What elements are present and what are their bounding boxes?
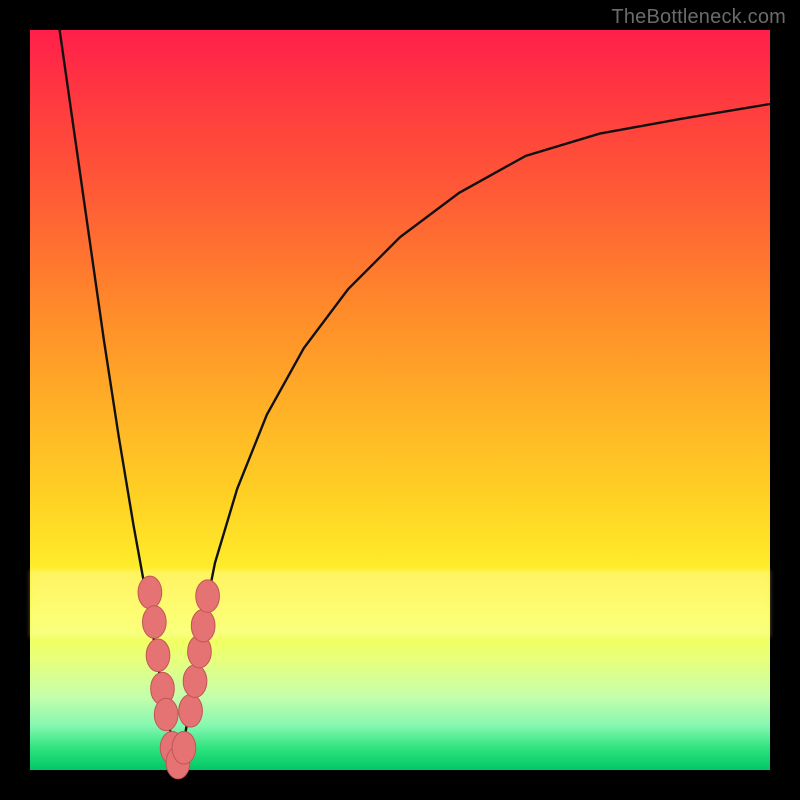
plot-area [30, 30, 770, 770]
chart-frame: TheBottleneck.com [0, 0, 800, 800]
data-marker [179, 695, 203, 728]
data-marker [191, 609, 215, 642]
data-marker [146, 639, 170, 672]
data-marker [142, 606, 166, 639]
data-marker [154, 698, 178, 731]
chart-svg [30, 30, 770, 770]
data-marker [183, 665, 207, 698]
marker-group [138, 576, 219, 779]
data-marker [172, 732, 196, 765]
data-marker [138, 576, 162, 609]
data-marker [196, 580, 220, 613]
watermark-text: TheBottleneck.com [611, 6, 786, 29]
